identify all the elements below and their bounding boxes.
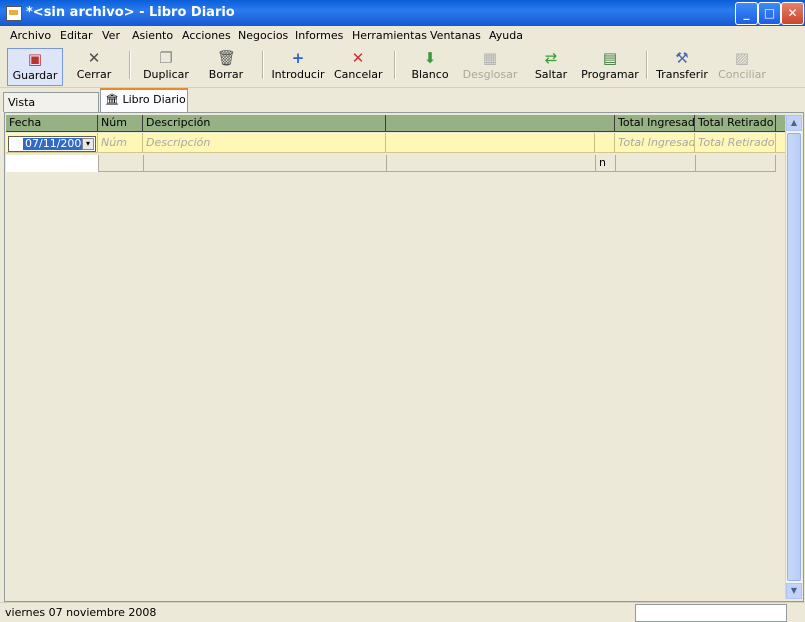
column-total-out[interactable]: Total Retirado bbox=[695, 115, 776, 131]
blank-icon: ⬇ bbox=[423, 49, 437, 67]
calendar-icon[interactable]: ▾ bbox=[82, 138, 94, 150]
transfer-icon: ⚒ bbox=[675, 49, 689, 67]
split-marker[interactable]: n bbox=[595, 155, 615, 172]
tab-label: Libro Diario bbox=[122, 93, 186, 106]
close-icon: ✕ bbox=[87, 49, 101, 67]
delete-icon: 🗑 bbox=[217, 49, 237, 67]
reconcile-button[interactable]: ▨ Conciliar bbox=[718, 48, 766, 84]
duplicate-icon: ❐ bbox=[159, 49, 173, 67]
duplicate-button[interactable]: ❐ Duplicar bbox=[140, 48, 192, 84]
menu-ver[interactable]: Ver bbox=[102, 29, 120, 42]
menu-negocios[interactable]: Negocios bbox=[238, 29, 288, 42]
cancel-button[interactable]: ✕ Cancelar bbox=[334, 48, 383, 84]
scroll-up-icon[interactable]: ▲ bbox=[786, 115, 802, 131]
window-title: *<sin archivo> - Libro Diario bbox=[26, 5, 235, 20]
split-cell[interactable] bbox=[615, 155, 695, 172]
column-date[interactable]: Fecha bbox=[6, 115, 98, 131]
menu-asiento[interactable]: Asiento bbox=[132, 29, 173, 42]
scroll-thumb[interactable] bbox=[787, 133, 801, 581]
vertical-scrollbar[interactable]: ▲ ▼ bbox=[785, 115, 802, 599]
column-total-in[interactable]: Total Ingresado bbox=[615, 115, 695, 131]
enter-icon: + bbox=[291, 49, 305, 67]
reconcile-icon: ▨ bbox=[734, 49, 750, 67]
close-button[interactable]: ✕ Cerrar bbox=[70, 48, 118, 84]
menu-editar[interactable]: Editar bbox=[60, 29, 93, 42]
menu-informes[interactable]: Informes bbox=[295, 29, 343, 42]
scroll-down-icon[interactable]: ▼ bbox=[786, 583, 802, 599]
toolbar-separator bbox=[646, 51, 648, 79]
save-icon: ▣ bbox=[27, 50, 43, 68]
entry-row[interactable]: 07/11/2008 ▾ Núm Descripción Total Ingre… bbox=[6, 133, 786, 153]
title-bar: *<sin archivo> - Libro Diario _ □ ✕ bbox=[0, 0, 805, 26]
menu-ayuda[interactable]: Ayuda bbox=[489, 29, 523, 42]
date-input[interactable]: 07/11/2008 ▾ bbox=[8, 136, 96, 152]
status-progress-box bbox=[635, 604, 787, 622]
delete-button[interactable]: 🗑 Borrar bbox=[204, 48, 248, 84]
enter-button[interactable]: + Introducir bbox=[270, 48, 326, 84]
split-row[interactable]: n bbox=[6, 155, 786, 172]
split-cell[interactable] bbox=[143, 155, 386, 172]
register-panel: Fecha Núm Descripción Total Ingresado To… bbox=[4, 112, 804, 602]
total-out-field[interactable]: Total Retirado bbox=[695, 133, 776, 152]
schedule-icon: ▤ bbox=[602, 49, 618, 67]
app-icon bbox=[6, 6, 22, 21]
blank-button[interactable]: ⬇ Blanco bbox=[408, 48, 452, 84]
num-field[interactable]: Núm bbox=[98, 133, 143, 152]
split-icon: ▦ bbox=[482, 49, 498, 67]
schedule-button[interactable]: ▤ Programar bbox=[581, 48, 639, 84]
split-cell[interactable] bbox=[98, 155, 143, 172]
status-date: viernes 07 noviembre 2008 bbox=[5, 606, 157, 619]
reconcile-field[interactable] bbox=[595, 133, 615, 152]
cancel-icon: ✕ bbox=[351, 49, 365, 67]
transfer-button[interactable]: ⚒ Transferir bbox=[654, 48, 710, 84]
column-num[interactable]: Núm bbox=[98, 115, 143, 131]
toolbar-separator bbox=[262, 51, 264, 79]
column-description[interactable]: Descripción bbox=[143, 115, 386, 131]
save-button[interactable]: ▣ Guardar bbox=[7, 48, 63, 86]
split-button[interactable]: ▦ Desglosar bbox=[462, 48, 518, 84]
menu-ventanas[interactable]: Ventanas bbox=[430, 29, 481, 42]
total-in-field[interactable]: Total Ingresado bbox=[615, 133, 695, 152]
split-cell[interactable] bbox=[386, 155, 595, 172]
menu-acciones[interactable]: Acciones bbox=[182, 29, 231, 42]
column-blank bbox=[386, 115, 615, 131]
split-cell[interactable] bbox=[695, 155, 776, 172]
menu-herramientas[interactable]: Herramientas bbox=[352, 29, 427, 42]
notes-field[interactable] bbox=[386, 133, 595, 152]
jump-button[interactable]: ⇄ Saltar bbox=[532, 48, 570, 84]
tab-strip: Vista multicolumna 🏛 Libro Diario bbox=[0, 88, 805, 129]
jump-icon: ⇄ bbox=[544, 49, 558, 67]
toolbar-separator bbox=[129, 51, 131, 79]
toolbar-separator bbox=[394, 51, 396, 79]
toolbar: ▣ Guardar ✕ Cerrar ❐ Duplicar 🗑 Borrar +… bbox=[0, 45, 805, 88]
bank-icon: 🏛 bbox=[105, 93, 119, 106]
split-blank-cell bbox=[6, 155, 98, 172]
minimize-button[interactable]: _ bbox=[735, 2, 758, 25]
tab-general-journal[interactable]: 🏛 Libro Diario bbox=[100, 88, 188, 112]
close-window-button[interactable]: ✕ bbox=[781, 2, 804, 25]
maximize-button[interactable]: □ bbox=[758, 2, 781, 25]
menu-bar: Archivo Editar Ver Asiento Acciones Nego… bbox=[0, 26, 805, 45]
date-value: 07/11/2008 bbox=[23, 137, 91, 150]
tab-multicolumn[interactable]: Vista multicolumna bbox=[3, 92, 99, 129]
status-bar: viernes 07 noviembre 2008 bbox=[0, 602, 805, 622]
register-header: Fecha Núm Descripción Total Ingresado To… bbox=[6, 115, 786, 132]
date-cell[interactable]: 07/11/2008 ▾ bbox=[6, 133, 98, 152]
description-field[interactable]: Descripción bbox=[143, 133, 386, 152]
menu-archivo[interactable]: Archivo bbox=[10, 29, 51, 42]
